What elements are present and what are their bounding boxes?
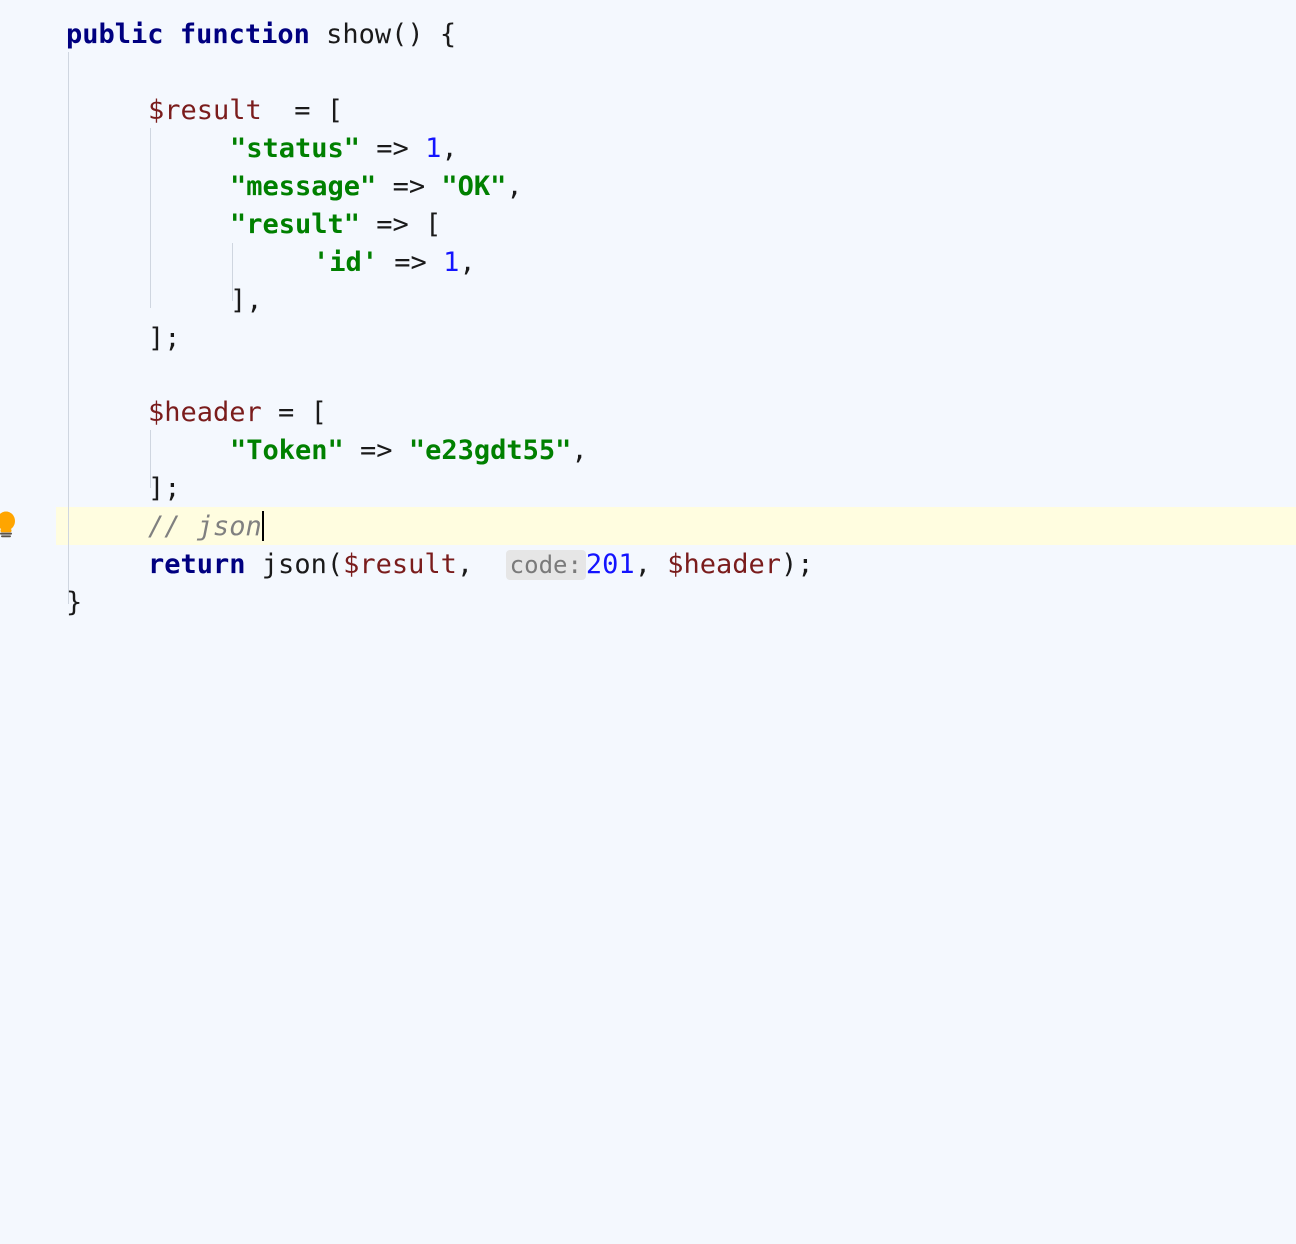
- code-line-8[interactable]: ],: [0, 282, 1296, 320]
- code-line-9[interactable]: ];: [0, 320, 1296, 358]
- token-assign-bracket: = [: [261, 397, 327, 428]
- token-string-token-key: "Token": [230, 435, 344, 466]
- token-arrow: =>: [360, 133, 426, 164]
- token-close-brace: }: [66, 587, 83, 618]
- token-comma: ,: [571, 435, 588, 466]
- code-content[interactable]: public function show() { $result = [ "st…: [0, 0, 1296, 622]
- token-variable-header: $header: [667, 549, 782, 580]
- lightbulb-icon[interactable]: [0, 510, 18, 540]
- token-number-1: 1: [443, 247, 460, 278]
- code-line-11[interactable]: $header = [: [0, 394, 1296, 432]
- token-function-json: json(: [245, 549, 344, 580]
- text-caret: [261, 511, 264, 541]
- code-line-16[interactable]: }: [0, 584, 1296, 622]
- token-comma: ,: [441, 133, 458, 164]
- code-line-10[interactable]: [0, 358, 1296, 396]
- token-string-ok: "OK": [441, 171, 507, 202]
- code-line-5[interactable]: "message" => "OK",: [0, 168, 1296, 206]
- token-comma: ,: [456, 549, 506, 580]
- code-line-14[interactable]: // json: [0, 508, 1296, 546]
- token-comma: ,: [634, 549, 668, 580]
- token-variable-result: $result: [148, 95, 262, 126]
- token-comment-json: // json: [148, 511, 262, 542]
- code-line-13[interactable]: ];: [0, 470, 1296, 508]
- token-string-id: 'id': [313, 247, 379, 278]
- token-string-token-value: "e23gdt55": [408, 435, 572, 466]
- code-line-6[interactable]: "result" => [: [0, 206, 1296, 244]
- token-arrow-bracket: => [: [360, 209, 442, 240]
- token-number-201: 201: [585, 549, 635, 580]
- token-keyword-return: return: [148, 549, 246, 580]
- token-close-bracket-semicolon: ];: [148, 473, 181, 504]
- token-arrow: =>: [343, 435, 409, 466]
- token-variable-header: $header: [148, 397, 262, 428]
- token-keyword-public: public: [66, 19, 164, 50]
- token-arrow: =>: [376, 171, 442, 202]
- code-line-2[interactable]: [0, 54, 1296, 92]
- token-comma: ,: [506, 171, 523, 202]
- code-line-4[interactable]: "status" => 1,: [0, 130, 1296, 168]
- token-keyword-function: function: [179, 19, 310, 50]
- token-variable-result: $result: [343, 549, 457, 580]
- token-string-status: "status": [230, 133, 361, 164]
- token-function-name: show() {: [309, 19, 457, 50]
- code-line-15[interactable]: return json($result, code: 201, $header);: [0, 546, 1296, 584]
- code-line-1[interactable]: public function show() {: [0, 16, 1296, 54]
- token-number-1: 1: [425, 133, 442, 164]
- code-editor[interactable]: public function show() { $result = [ "st…: [0, 0, 1296, 622]
- token-close-bracket-semicolon: ];: [148, 323, 181, 354]
- code-line-12[interactable]: "Token" => "e23gdt55",: [0, 432, 1296, 470]
- token-string-result: "result": [230, 209, 361, 240]
- code-line-3[interactable]: $result = [: [0, 92, 1296, 130]
- parameter-hint-code[interactable]: code:: [505, 550, 586, 580]
- token-assign-bracket: = [: [261, 95, 344, 126]
- code-line-7[interactable]: 'id' => 1,: [0, 244, 1296, 282]
- token-comma: ,: [459, 247, 476, 278]
- token-close-paren-semicolon: );: [781, 549, 814, 580]
- token-string-message: "message": [230, 171, 377, 202]
- token-arrow: =>: [378, 247, 444, 278]
- token-close-bracket-comma: ],: [230, 285, 263, 316]
